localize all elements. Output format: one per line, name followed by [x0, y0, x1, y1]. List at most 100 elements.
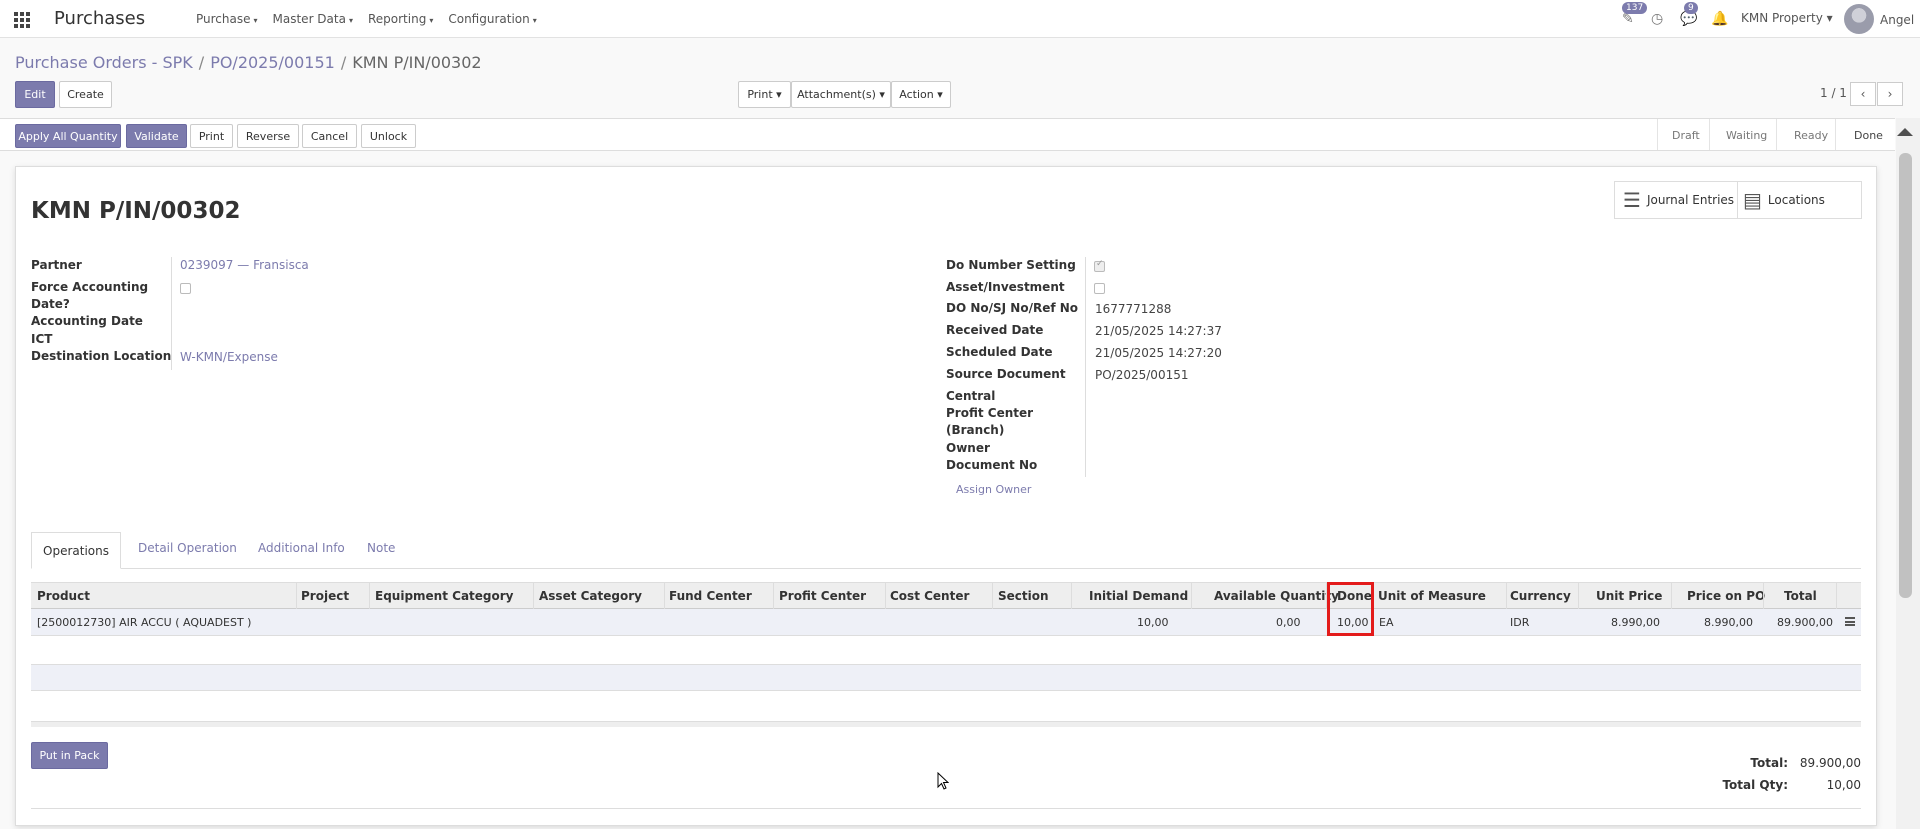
ict-label: ICT: [31, 332, 53, 346]
tab-additional-info[interactable]: Additional Info: [258, 541, 345, 555]
breadcrumb-purchase-orders[interactable]: Purchase Orders - SPK: [15, 53, 193, 72]
cancel-button[interactable]: Cancel: [302, 124, 357, 148]
force-accounting-checkbox[interactable]: [180, 283, 191, 294]
cell-price-on-po[interactable]: 8.990,00: [1704, 616, 1753, 629]
col-initial-demand[interactable]: Initial Demand: [1089, 589, 1188, 603]
tab-operations[interactable]: Operations: [31, 532, 121, 569]
pager-next-button[interactable]: ›: [1877, 82, 1903, 106]
operations-table-header: Product Project Equipment Category Asset…: [31, 582, 1861, 609]
attachments-dropdown[interactable]: Attachment(s) ▾: [791, 81, 891, 108]
col-section[interactable]: Section: [998, 589, 1049, 603]
breadcrumb-po[interactable]: PO/2025/00151: [210, 53, 335, 72]
mouse-cursor-icon: [937, 772, 949, 790]
validate-button[interactable]: Validate: [126, 124, 187, 148]
detailed-operations-icon[interactable]: [1845, 617, 1855, 626]
do-number-setting-label: Do Number Setting: [946, 258, 1076, 272]
owner-label: Owner: [946, 441, 990, 455]
partner-label: Partner: [31, 258, 82, 272]
smart-button-divider: [1737, 182, 1738, 218]
asset-investment-checkbox[interactable]: [1094, 283, 1105, 294]
cell-product[interactable]: [2500012730] AIR ACCU ( AQUADEST ): [37, 616, 251, 629]
locations-button[interactable]: ▤ Locations: [1743, 182, 1825, 218]
journal-entries-button[interactable]: ☰ Journal Entries: [1623, 182, 1734, 218]
print-dropdown[interactable]: Print ▾: [738, 81, 791, 108]
username[interactable]: Angel: [1880, 13, 1914, 27]
unlock-button[interactable]: Unlock: [361, 124, 416, 148]
total-qty-label: Total Qty:: [1722, 778, 1788, 792]
partner-value[interactable]: 0239097 — Fransisca: [180, 258, 309, 272]
total-qty-value: 10,00: [1826, 778, 1861, 792]
reverse-button[interactable]: Reverse: [237, 124, 299, 148]
menu-configuration[interactable]: Configuration ▾: [448, 12, 536, 26]
status-bar: Apply All Quantity Validate Print Revers…: [0, 118, 1895, 151]
breadcrumb: Purchase Orders - SPK / PO/2025/00151/KMN …: [15, 53, 482, 72]
pager-prev-button[interactable]: ‹: [1850, 82, 1876, 106]
do-no-label: DO No/SJ No/Ref No: [946, 301, 1079, 315]
scroll-up-arrow-icon[interactable]: [1897, 128, 1913, 136]
col-asset-category[interactable]: Asset Category: [539, 589, 642, 603]
do-no-value[interactable]: 1677771288: [1095, 302, 1171, 316]
stage-separator: [1776, 119, 1777, 150]
edit-button[interactable]: Edit: [15, 81, 55, 108]
document-no-label: Document No: [946, 458, 1038, 472]
cell-available-quantity[interactable]: 0,00: [1276, 616, 1301, 629]
col-total[interactable]: Total: [1784, 589, 1817, 603]
menu-reporting[interactable]: Reporting ▾: [368, 12, 433, 26]
bell-icon[interactable]: 🔔: [1711, 11, 1728, 27]
tab-note[interactable]: Note: [367, 541, 395, 555]
cell-currency[interactable]: IDR: [1510, 616, 1529, 629]
table-footer: [31, 721, 1861, 727]
avatar[interactable]: [1844, 4, 1874, 34]
company-switcher[interactable]: KMN Property ▾: [1741, 11, 1833, 25]
pager-value[interactable]: 1 / 1: [1820, 86, 1847, 100]
col-unit-of-measure[interactable]: Unit of Measure: [1378, 589, 1486, 603]
received-date-value[interactable]: 21/05/2025 14:27:37: [1095, 324, 1222, 338]
col-currency[interactable]: Currency: [1510, 589, 1571, 603]
stage-waiting: Waiting: [1726, 129, 1768, 142]
col-product[interactable]: Product: [37, 589, 90, 603]
force-accounting-label-2: Date?: [31, 297, 70, 311]
scrollbar-thumb[interactable]: [1899, 153, 1912, 598]
col-profit-center[interactable]: Profit Center: [779, 589, 866, 603]
stage-draft: Draft: [1672, 129, 1700, 142]
create-button[interactable]: Create: [59, 81, 112, 108]
smart-buttons: ☰ Journal Entries ▤ Locations: [1614, 181, 1862, 219]
cell-initial-demand[interactable]: 10,00: [1137, 616, 1169, 629]
tabs-border: [31, 568, 1861, 569]
profit-center-label: Profit Center: [946, 406, 1034, 420]
stage-done: Done: [1854, 129, 1883, 142]
put-in-pack-button[interactable]: Put in Pack: [31, 742, 108, 769]
print-button[interactable]: Print: [190, 124, 233, 148]
breadcrumb-current: KMN P/IN/00302: [352, 53, 482, 72]
main-menu: Purchase ▾ Master Data ▾ Reporting ▾ Config…: [196, 12, 552, 26]
apply-all-quantity-button[interactable]: Apply All Quantity: [15, 124, 121, 148]
assign-owner-link[interactable]: Assign Owner: [956, 483, 1031, 496]
col-equipment-category[interactable]: Equipment Category: [375, 589, 514, 603]
cell-unit-price[interactable]: 8.990,00: [1611, 616, 1660, 629]
clock-icon[interactable]: ◷: [1651, 11, 1663, 27]
col-fund-center[interactable]: Fund Center: [669, 589, 752, 603]
col-project[interactable]: Project: [301, 589, 349, 603]
stage-separator: [1835, 119, 1836, 150]
col-available-quantity[interactable]: Available Quantity: [1214, 589, 1339, 603]
col-unit-price[interactable]: Unit Price: [1596, 589, 1662, 603]
source-document-value[interactable]: PO/2025/00151: [1095, 368, 1188, 382]
apps-menu-icon[interactable]: [14, 12, 30, 28]
col-price-on-po[interactable]: Price on PO: [1687, 589, 1765, 603]
scheduled-date-value[interactable]: 21/05/2025 14:27:20: [1095, 346, 1222, 360]
tab-detail-operation[interactable]: Detail Operation: [138, 541, 237, 555]
source-document-label: Source Document: [946, 367, 1066, 381]
menu-purchase[interactable]: Purchase ▾: [196, 12, 258, 26]
action-dropdown[interactable]: Action ▾: [891, 81, 951, 108]
edit-activity-icon[interactable]: ✎ 137: [1622, 2, 1648, 27]
cell-total[interactable]: 89.900,00: [1777, 616, 1833, 629]
destination-location-value[interactable]: W-KMN/Expense: [180, 350, 278, 364]
do-number-setting-checkbox[interactable]: [1094, 259, 1105, 272]
col-cost-center[interactable]: Cost Center: [890, 589, 969, 603]
list-table-icon: ▤: [1743, 188, 1762, 212]
messages-icon[interactable]: 💬 9: [1680, 2, 1698, 27]
cell-uom[interactable]: EA: [1379, 616, 1393, 629]
accounting-date-label: Accounting Date: [31, 314, 143, 328]
menu-master-data[interactable]: Master Data ▾: [273, 12, 353, 26]
table-row[interactable]: [2500012730] AIR ACCU ( AQUADEST ) 10,00…: [31, 609, 1861, 636]
